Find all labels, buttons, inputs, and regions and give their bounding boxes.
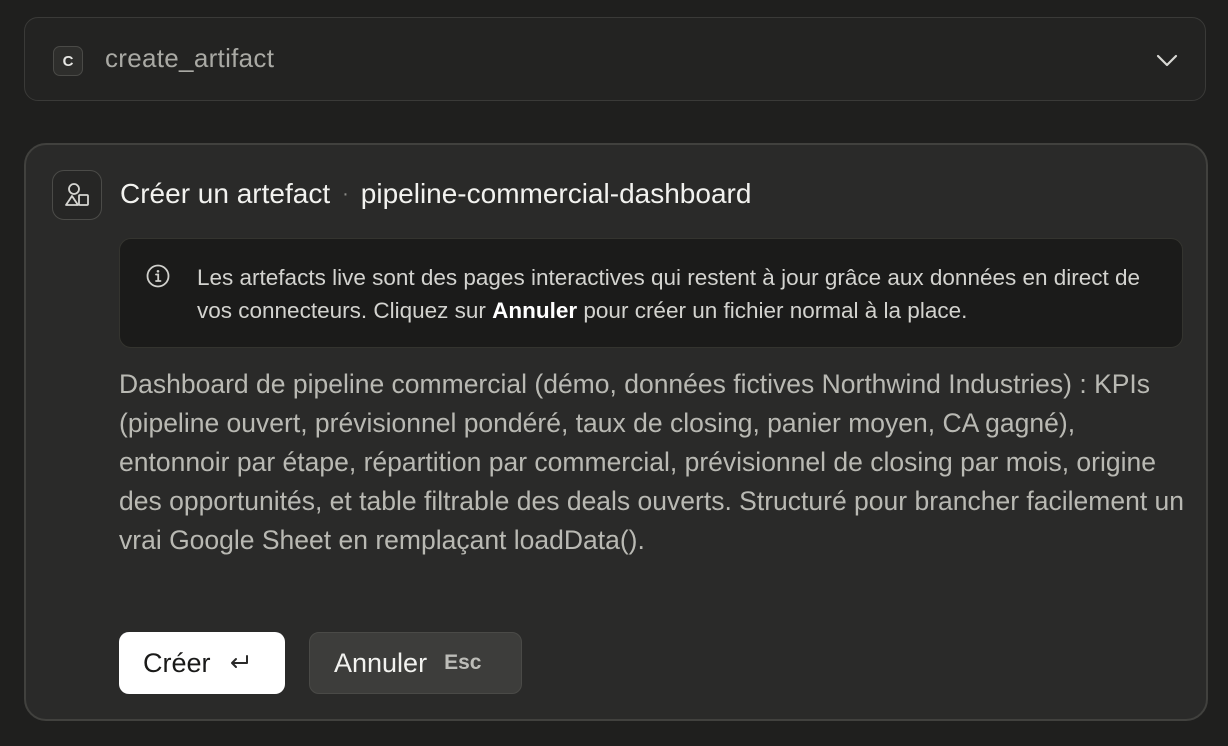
info-notice: Les artefacts live sont des pages intera… xyxy=(119,238,1183,348)
chevron-down-icon[interactable] xyxy=(1155,48,1179,72)
cancel-button[interactable]: Annuler Esc xyxy=(309,632,522,694)
info-text-after: pour créer un fichier normal à la place. xyxy=(577,298,968,323)
artifact-description: Dashboard de pipeline commercial (démo, … xyxy=(119,369,1185,555)
create-artifact-card: Créer un artefact · pipeline-commercial-da… xyxy=(24,143,1208,721)
artifact-shapes-icon xyxy=(52,170,102,220)
title-separator: · xyxy=(342,183,349,205)
create-button-label: Créer xyxy=(143,647,211,678)
tool-badge: C xyxy=(53,46,83,76)
card-title-text: Créer un artefact xyxy=(120,178,331,209)
info-icon xyxy=(146,264,170,288)
tool-call-row[interactable]: C create_artifact xyxy=(24,17,1206,101)
cancel-shortcut: Esc xyxy=(444,651,482,674)
artifact-id: pipeline-commercial-dashboard xyxy=(360,178,752,209)
card-title: Créer un artefact · pipeline-commercial-da… xyxy=(120,178,751,210)
cancel-button-label: Annuler xyxy=(334,647,428,678)
info-text: Les artefacts live sont des pages intera… xyxy=(197,261,1177,327)
enter-key-icon xyxy=(230,655,248,668)
create-button[interactable]: Créer xyxy=(119,632,285,694)
info-text-bold: Annuler xyxy=(492,298,578,323)
tool-name: create_artifact xyxy=(105,43,275,73)
